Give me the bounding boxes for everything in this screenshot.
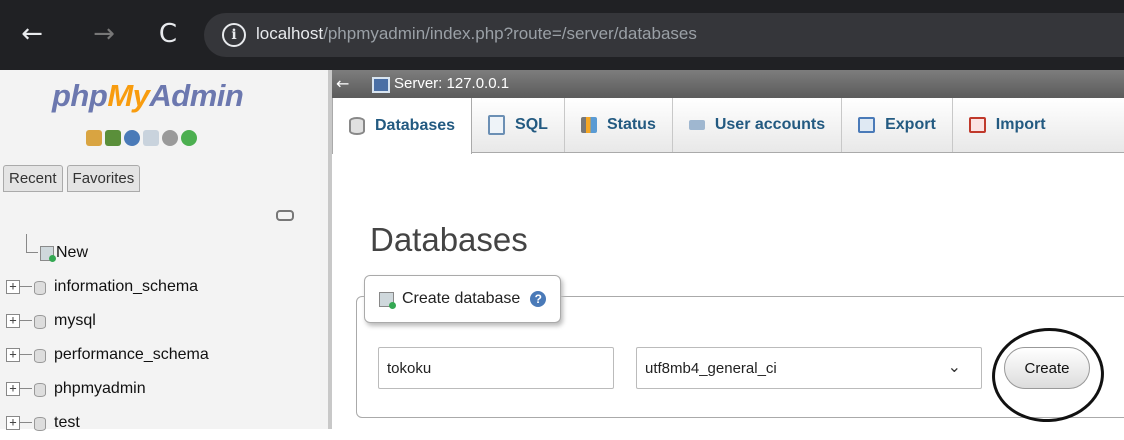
collapse-sidebar-icon[interactable]: ← <box>336 74 349 94</box>
expand-icon[interactable]: + <box>6 416 20 430</box>
home-icon[interactable] <box>86 130 102 146</box>
main-content: ← Server: 127.0.0.1 Databases SQL Status… <box>332 70 1124 429</box>
address-bar[interactable]: i localhost/phpmyadmin/index.php?route=/… <box>204 13 1124 57</box>
users-icon <box>688 120 705 130</box>
navigation-sidebar: phpMyAdmin Recent Favorites New + inform… <box>0 70 332 431</box>
tab-label: Import <box>995 116 1046 133</box>
tab-databases[interactable]: Databases <box>332 98 473 154</box>
server-breadcrumb: ← Server: 127.0.0.1 <box>332 70 1124 98</box>
tree-item-label: New <box>56 244 89 261</box>
settings-icon[interactable] <box>162 130 178 146</box>
logo-admin: Admin <box>149 78 244 113</box>
import-icon <box>968 117 986 133</box>
server-link[interactable]: Server: 127.0.0.1 <box>394 74 509 94</box>
sidebar-tabs: Recent Favorites <box>3 165 141 192</box>
tree-connector <box>20 422 32 423</box>
database-name-input[interactable] <box>378 347 614 389</box>
tab-label: Export <box>885 116 936 133</box>
reload-icon[interactable] <box>181 130 197 146</box>
tab-sql[interactable]: SQL <box>472 98 565 152</box>
database-icon <box>34 383 46 397</box>
tab-label: Databases <box>375 117 456 134</box>
chevron-down-icon: ⌄ <box>947 357 961 376</box>
docs-icon[interactable] <box>143 130 159 146</box>
database-icon <box>349 117 365 135</box>
server-icon <box>372 77 390 93</box>
browser-toolbar: ← → C i localhost/phpmyadmin/index.php?r… <box>0 0 1124 70</box>
tree-connector <box>20 354 32 355</box>
tab-favorites[interactable]: Favorites <box>66 165 141 192</box>
database-tree: New + information_schema + mysql + perfo… <box>6 234 326 440</box>
tree-item-test[interactable]: + test <box>6 406 326 440</box>
sql-icon <box>488 115 506 135</box>
new-database-icon <box>379 291 396 309</box>
tree-item-label: test <box>54 414 80 431</box>
page-title: Databases <box>370 221 528 259</box>
tab-user-accounts[interactable]: User accounts <box>673 98 843 152</box>
tree-connector <box>20 320 32 321</box>
tab-import[interactable]: Import <box>953 98 1062 152</box>
tree-item-mysql[interactable]: + mysql <box>6 304 326 338</box>
tree-item-performance-schema[interactable]: + performance_schema <box>6 338 326 372</box>
sidebar-toolbar <box>86 130 197 146</box>
forward-arrow-icon[interactable]: → <box>86 16 122 52</box>
export-icon <box>858 117 876 133</box>
tree-connector <box>26 234 27 252</box>
database-icon <box>34 349 46 363</box>
tab-status[interactable]: Status <box>565 98 673 152</box>
tree-item-label: information_schema <box>54 278 199 295</box>
expand-icon[interactable]: + <box>6 280 20 294</box>
legend-label: Create database <box>402 290 521 307</box>
collation-select[interactable]: utf8mb4_general_ci ⌄ <box>636 347 982 389</box>
tab-label: SQL <box>515 116 548 133</box>
logo-my: My <box>107 78 150 113</box>
tree-connector <box>20 388 32 389</box>
status-icon <box>580 117 597 133</box>
url-text: localhost/phpmyadmin/index.php?route=/se… <box>256 24 697 44</box>
tree-item-label: mysql <box>54 312 96 329</box>
expand-icon[interactable]: + <box>6 348 20 362</box>
create-database-legend: Create database ? <box>364 275 562 323</box>
query-icon[interactable] <box>124 130 140 146</box>
tab-export[interactable]: Export <box>842 98 953 152</box>
info-icon[interactable]: i <box>222 23 246 47</box>
url-path: /phpmyadmin/index.php?route=/server/data… <box>323 24 697 43</box>
database-icon <box>34 315 46 329</box>
phpmyadmin-logo[interactable]: phpMyAdmin <box>52 78 244 114</box>
tree-item-label: phpmyadmin <box>54 380 146 397</box>
tree-connector <box>20 286 32 287</box>
url-host: localhost <box>256 24 324 43</box>
tab-label: User accounts <box>714 116 826 133</box>
collation-value: utf8mb4_general_ci <box>645 360 777 377</box>
database-icon[interactable] <box>105 130 121 146</box>
top-menu-tabs: Databases SQL Status User accounts Expor… <box>332 98 1124 154</box>
expand-icon[interactable]: + <box>6 382 20 396</box>
expand-icon[interactable]: + <box>6 314 20 328</box>
link-icon[interactable] <box>276 210 294 221</box>
back-arrow-icon[interactable]: ← <box>14 16 50 52</box>
tab-recent[interactable]: Recent <box>3 165 63 192</box>
logo-php: php <box>52 78 108 113</box>
tree-item-new[interactable]: New <box>6 234 326 270</box>
tab-label: Status <box>606 116 656 133</box>
reload-icon[interactable]: C <box>150 16 186 52</box>
new-database-icon <box>40 246 56 262</box>
help-icon[interactable]: ? <box>530 291 547 307</box>
database-icon <box>34 281 46 295</box>
tree-item-information-schema[interactable]: + information_schema <box>6 270 326 304</box>
tree-item-label: performance_schema <box>54 346 209 363</box>
tree-item-phpmyadmin[interactable]: + phpmyadmin <box>6 372 326 406</box>
tree-connector <box>26 252 38 253</box>
